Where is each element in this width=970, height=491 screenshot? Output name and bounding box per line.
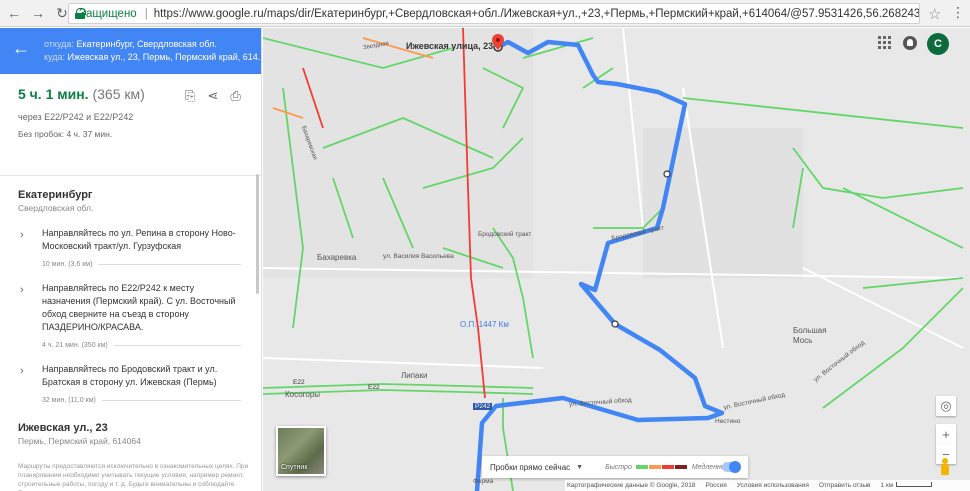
from-label: откуда: [44,39,74,49]
step-meta: 10 мин. (3,6 км) [42,261,241,268]
browser-menu-icon[interactable]: ⋮ [951,4,965,21]
list-item[interactable]: › Направляйтесь по Бродовский тракт и ул… [18,363,261,404]
back-icon[interactable]: ← [4,3,24,23]
from-value[interactable]: Екатеринбург, Свердловская обл. [76,39,216,49]
map-label-nesino: Нестино [715,418,741,425]
map-label-brodovsky: Бродовский тракт [478,231,532,238]
route-duration: 5 ч. 1 мин. [18,86,89,102]
directions-panel: ← откуда: Екатеринбург, Свердловская обл… [0,28,262,491]
map-copyright: Картографические данные © Google, 2018 [567,482,696,489]
map-footer: Картографические данные © Google, 2018 Р… [565,480,970,491]
avatar[interactable]: C [927,33,949,55]
pegman-icon[interactable] [940,458,950,476]
chevron-down-icon[interactable]: ▼ [576,464,583,471]
satellite-label: Спутник [281,464,308,471]
step-meta: 4 ч. 21 мин. (350 км) [42,342,241,349]
step-text: Направляйтесь по Е22/Р242 к месту назнач… [42,283,236,332]
secure-label: Защищено [79,7,137,20]
step-text: Направляйтесь по Бродовский тракт и ул. … [42,364,218,387]
url-text[interactable]: https://www.google.ru/maps/dir/Екатеринб… [154,8,919,20]
disclaimer-text: Маршруты предоставляются исключительно в… [18,463,249,491]
origin-region: Свердловская обл. [18,203,94,213]
list-item[interactable]: › Направляйтесь по Е22/Р242 к месту назн… [18,282,261,349]
route-distance: (365 км) [92,86,145,102]
directions-header: ← откуда: Екатеринбург, Свердловская обл… [0,28,261,74]
chevron-right-icon[interactable]: › [20,284,24,296]
legend-swatch [635,465,648,469]
traffic-select[interactable]: Пробки прямо сейчас [490,463,570,472]
print-icon[interactable]: ⎙ [230,88,240,104]
map-label-e22a: E22 [293,379,305,386]
map-label-ferma: Ферма [473,478,494,485]
legend-swatch [674,465,687,469]
feedback-link[interactable]: Отправить отзыв [819,482,871,489]
panel-scrollbar[interactable] [256,174,259,294]
address-bar[interactable]: Защищено | https://www.google.ru/maps/di… [68,3,920,24]
route-via: через Е22/Р242 и Е22/Р242 [18,112,134,122]
satellite-toggle[interactable]: Спутник [276,426,326,476]
bookmark-star-icon[interactable]: ☆ [928,5,941,23]
send-to-phone-icon[interactable]: ⎘ [185,88,195,104]
map-canvas[interactable]: Ижевская улица, 23 Бахаревка О.П. 1447 К… [263,28,970,491]
destination-map-label[interactable]: Ижевская улица, 23 [406,41,493,51]
to-value[interactable]: Ижевская ул., 23, Пермь, Пермский край, … [68,52,261,62]
map-label-bolshaya-mos: Большая Мось [793,326,827,345]
map-label-op: О.П. 1447 Км [460,320,509,329]
map-region[interactable]: Россия [705,482,726,489]
apps-grid-icon[interactable] [878,36,892,50]
zoom-in-button[interactable]: + [936,424,956,444]
to-label: куда: [44,52,65,62]
scale-bar [896,482,933,487]
scale-label[interactable]: 1 км [881,482,933,489]
destination-name: Ижевская ул., 23 [18,422,108,434]
map-label-e22b: E22 [368,384,380,391]
to-row[interactable]: куда: Ижевская ул., 23, Пермь, Пермский … [44,52,261,62]
chevron-right-icon[interactable]: › [20,365,24,377]
notifications-icon[interactable] [903,36,917,50]
map-controls: ◎ + − [936,396,956,464]
step-meta: 32 мин. (11,0 км) [42,397,241,404]
legend-slow-label: Медленно [691,463,725,471]
map-roads [263,28,964,491]
share-icon[interactable]: ⋖ [207,88,218,104]
map-label-lipaki: Липаки [401,371,428,380]
step-text: Направляйтесь по ул. Репина в сторону Но… [42,228,236,251]
legend-fast-label: Быстро [605,463,632,471]
route-no-traffic: Без пробок: 4 ч. 37 мин. [18,129,113,139]
destination-address: Пермь, Пермский край, 614064 [18,436,141,446]
browser-toolbar: ← → ↻ Защищено | https://www.google.ru/m… [0,0,970,27]
forward-icon[interactable]: → [28,3,48,23]
map-label-kosogory: Косогоры [285,390,321,399]
separator: | [144,7,148,20]
legend-swatch [661,465,674,469]
terms-link[interactable]: Условия использования [737,482,809,489]
route-actions: ⎘ ⋖ ⎙ [185,88,241,104]
map-label-p242: Р242 [473,403,493,410]
origin-name: Екатеринбург [18,189,93,201]
list-item[interactable]: › Направляйтесь по ул. Репина в сторону … [18,227,261,268]
from-row[interactable]: откуда: Екатеринбург, Свердловская обл. [44,39,217,49]
back-arrow-icon[interactable]: ← [12,38,30,59]
route-summary: 5 ч. 1 мин. (365 км) через Е22/Р242 и Е2… [0,74,261,176]
route-steps: Екатеринбург Свердловская обл. › Направл… [0,176,261,491]
map-label-vasilya: ул. Василия Васильева [383,253,454,260]
legend-color-bar [635,465,688,469]
traffic-toggle[interactable] [722,461,741,473]
chevron-right-icon[interactable]: › [20,229,24,241]
my-location-icon[interactable]: ◎ [936,396,956,416]
legend-swatch [648,465,661,469]
destination-block: Ижевская ул., 23 Пермь, Пермский край, 6… [18,422,261,446]
map-label-baxarevka: Бахаревка [317,253,357,262]
traffic-legend: Пробки прямо сейчас ▼ Быстро Медленно [482,456,748,478]
